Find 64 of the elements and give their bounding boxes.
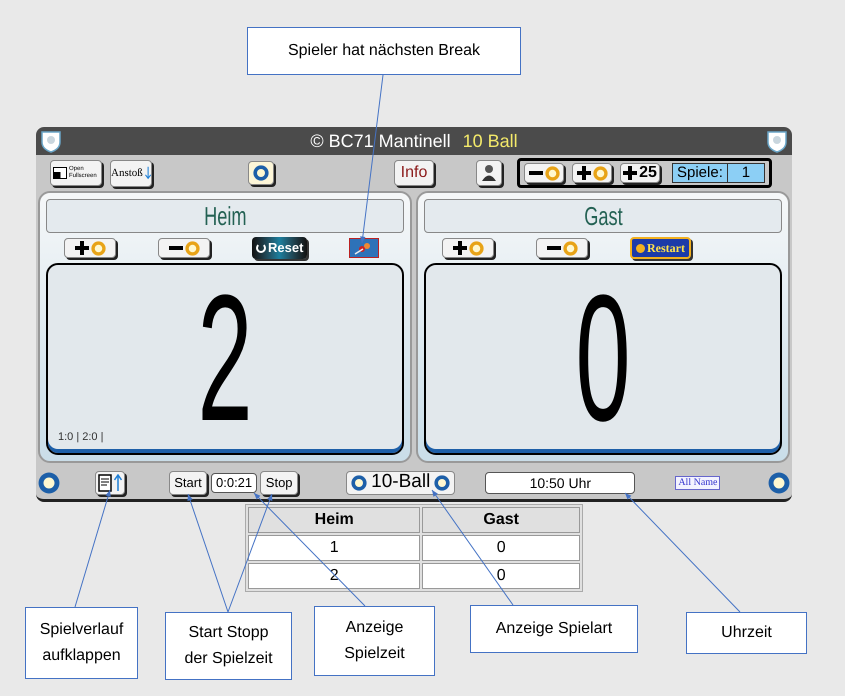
crest-icon <box>766 129 788 153</box>
break-button[interactable]: Anstoß <box>110 160 152 186</box>
game-history: 1:0 | 2:0 | <box>58 430 104 444</box>
ball-icon <box>434 474 450 490</box>
table-cell: 1 <box>248 535 420 561</box>
ball-icon <box>544 166 560 180</box>
history-toggle-button[interactable] <box>95 470 125 494</box>
game-type-label: 10-Ball <box>371 470 430 494</box>
callout-label: Spieler hat nächsten Break <box>247 27 521 75</box>
refresh-icon <box>636 244 645 252</box>
figure-icon <box>481 164 497 182</box>
stop-button[interactable]: Stop <box>260 470 298 494</box>
crest-icon <box>40 129 62 153</box>
column-header: Gast <box>422 507 580 533</box>
player-name: Gast <box>424 199 782 233</box>
plus-ball-button[interactable] <box>442 238 494 258</box>
plus-ball-button[interactable] <box>64 238 116 258</box>
arrow-down-icon <box>144 166 151 180</box>
ball-icon <box>253 165 269 181</box>
games-label: Spiele: <box>673 164 728 182</box>
refresh-icon <box>256 243 266 253</box>
callout-label: Anzeige Spielzeit <box>314 606 435 676</box>
referee-button[interactable] <box>476 160 502 186</box>
names-button[interactable]: All Name <box>675 476 720 490</box>
reset-button[interactable]: Reset <box>252 237 308 259</box>
ball-icon <box>90 240 106 256</box>
callout-label: Anzeige Spielart <box>470 605 638 653</box>
score-value: 0 <box>575 269 631 449</box>
ball-icon <box>562 240 578 256</box>
ball-icon <box>592 166 608 180</box>
callout-label: Start Stopp der Spielzeit <box>165 612 292 680</box>
plus-icon <box>576 166 590 180</box>
minus-ball-button[interactable] <box>524 163 564 183</box>
ball-icon <box>351 474 368 490</box>
timer-display: 0:0:21 <box>211 472 258 492</box>
app-title: © BC71 Mantinell <box>310 130 451 152</box>
game-title: 10 Ball <box>462 130 518 152</box>
plus-bonus-button[interactable]: 25 <box>620 163 660 183</box>
ball-icon <box>184 240 200 256</box>
plus-ball-button[interactable] <box>572 163 612 183</box>
score-value: 2 <box>197 269 253 449</box>
ball-icon <box>468 240 484 256</box>
game-ball-button[interactable] <box>248 161 274 185</box>
callout-label: Spielverlauf aufklappen <box>25 607 138 679</box>
column-header: Heim <box>248 507 420 533</box>
plus-icon <box>452 241 466 255</box>
fullscreen-icon <box>53 167 67 179</box>
info-button[interactable]: Info <box>394 160 434 186</box>
plus-icon <box>74 241 88 255</box>
callout-label: Uhrzeit <box>686 612 807 654</box>
minus-ball-button[interactable] <box>536 238 588 258</box>
start-button[interactable]: Start <box>169 470 207 494</box>
table-cell: 0 <box>422 535 580 561</box>
minus-ball-button[interactable] <box>158 238 210 258</box>
player-name: Heim <box>46 199 404 233</box>
clock-display: 10:50 Uhr <box>485 472 636 494</box>
plus-icon <box>623 166 638 180</box>
restart-button[interactable]: Restart <box>630 237 691 259</box>
ball-icon <box>38 472 60 494</box>
arrow-up-icon <box>114 474 122 492</box>
games-value: 1 <box>740 164 752 182</box>
ball-icon <box>768 472 790 494</box>
document-icon <box>98 474 112 492</box>
table-cell: 0 <box>422 563 580 589</box>
